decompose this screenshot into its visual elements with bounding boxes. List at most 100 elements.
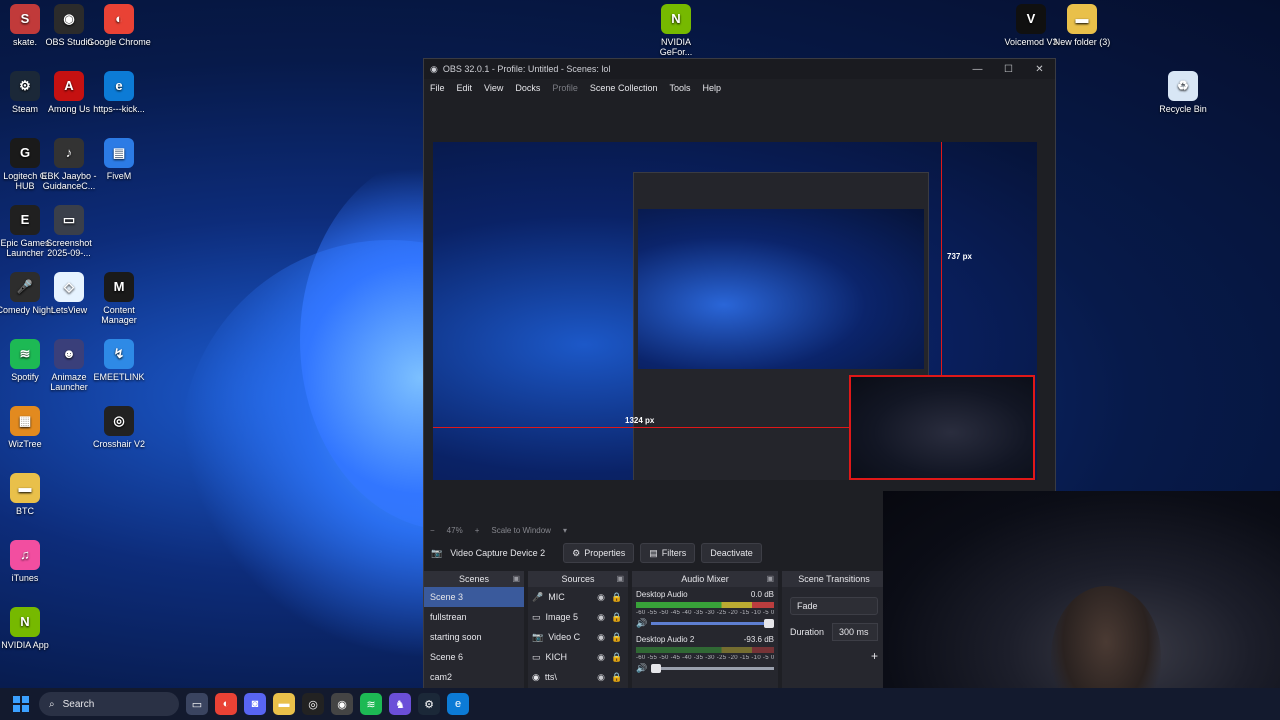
- menu-file[interactable]: File: [430, 83, 445, 93]
- menu-docks[interactable]: Docks: [515, 83, 540, 93]
- desktop-icon[interactable]: ♫ iTunes: [0, 540, 57, 583]
- preview-canvas[interactable]: 1324 px 737 px: [433, 142, 1037, 480]
- start-button[interactable]: [9, 692, 33, 716]
- menu-profile[interactable]: Profile: [552, 83, 578, 93]
- close-button[interactable]: ✕: [1024, 64, 1055, 75]
- visibility-eye-icon[interactable]: ◉: [594, 592, 608, 603]
- source-item[interactable]: ▭ KICH ◉ 🔒: [528, 647, 628, 667]
- meter-scale: -60 -55 -50 -45 -40 -35 -30 -25 -20 -15 …: [636, 655, 774, 661]
- desktop-icon-label: https---kick...: [93, 104, 145, 114]
- taskbar-app-steam[interactable]: ⚙: [418, 693, 440, 715]
- desktop-icon[interactable]: e https---kick...: [87, 71, 151, 114]
- taskbar-app-chrome[interactable]: ◐: [215, 693, 237, 715]
- desktop-icon[interactable]: N NVIDIA App: [0, 607, 57, 650]
- desktop-icon[interactable]: M Content Manager: [87, 272, 151, 325]
- app-icon: ≋: [10, 339, 40, 369]
- search-placeholder: Search: [62, 698, 95, 710]
- volume-slider[interactable]: [651, 664, 774, 673]
- source-name: MIC: [548, 592, 565, 602]
- scene-item[interactable]: Scene 6: [424, 647, 524, 667]
- taskbar-app-task-view[interactable]: ▭: [186, 693, 208, 715]
- menu-edit[interactable]: Edit: [457, 83, 473, 93]
- add-transition-button[interactable]: +: [790, 649, 878, 663]
- desktop-icon[interactable]: ▭ Screenshot 2025-09-...: [37, 205, 101, 258]
- deactivate-button[interactable]: Deactivate: [701, 543, 762, 563]
- scene-item[interactable]: Scene 3: [424, 587, 524, 607]
- scenes-title: Scenes: [458, 574, 490, 584]
- scene-item[interactable]: starting soon: [424, 627, 524, 647]
- desktop-icon[interactable]: ▬ New folder (3): [1050, 4, 1114, 47]
- desktop-icon[interactable]: ◎ Crosshair V2: [87, 406, 151, 449]
- chevron-down-icon[interactable]: ▾: [563, 526, 567, 535]
- filters-button[interactable]: ▤ Filters: [640, 543, 696, 563]
- properties-button[interactable]: ⚙ Properties: [563, 543, 635, 563]
- undock-icon[interactable]: ▣: [512, 571, 520, 587]
- desktop-icon[interactable]: ◐ Google Chrome: [87, 4, 151, 47]
- taskbar-app-crosshair[interactable]: ◎: [302, 693, 324, 715]
- taskbar-app-spotify[interactable]: ≋: [360, 693, 382, 715]
- undock-icon[interactable]: ▣: [616, 571, 624, 587]
- menu-scene-collection[interactable]: Scene Collection: [590, 83, 658, 93]
- volume-slider-knob[interactable]: [651, 664, 662, 673]
- zoom-out-button[interactable]: −: [430, 526, 435, 535]
- desktop-icon-label: NVIDIA GeFor...: [659, 37, 693, 57]
- taskbar-search[interactable]: ⌕ Search: [39, 692, 179, 716]
- desktop-icon[interactable]: ♻ Recycle Bin: [1151, 71, 1215, 114]
- audio-mixer-dock: Audio Mixer ▣ Desktop Audio 0.0 dB -60 -55…: [632, 571, 778, 693]
- meter-scale: -60 -55 -50 -45 -40 -35 -30 -25 -20 -15 …: [636, 610, 774, 616]
- lock-icon[interactable]: 🔒: [610, 652, 624, 663]
- visibility-eye-icon[interactable]: ◉: [594, 672, 608, 683]
- scale-mode[interactable]: Scale to Window: [491, 526, 551, 535]
- app-icon: ▭: [54, 205, 84, 235]
- selected-source-bounds[interactable]: [849, 375, 1035, 480]
- desktop-icon-label: WizTree: [8, 439, 42, 449]
- speaker-icon[interactable]: 🔊: [636, 663, 647, 674]
- desktop-icon[interactable]: ▬ BTC: [0, 473, 57, 516]
- source-item[interactable]: 📷 Video C ◉ 🔒: [528, 627, 628, 647]
- desktop-icon[interactable]: N NVIDIA GeFor...: [644, 4, 708, 57]
- app-icon: ↯: [104, 339, 134, 369]
- app-icon: 🎤: [10, 272, 40, 302]
- duration-input[interactable]: 300 ms: [832, 623, 878, 641]
- app-icon: ▤: [104, 138, 134, 168]
- desktop-icon[interactable]: ↯ EMEETLINK: [87, 339, 151, 382]
- taskbar-app-file-explorer[interactable]: ▬: [273, 693, 295, 715]
- desktop-icon[interactable]: ▤ FiveM: [87, 138, 151, 181]
- menu-view[interactable]: View: [484, 83, 503, 93]
- visibility-eye-icon[interactable]: ◉: [594, 652, 608, 663]
- properties-label: Properties: [584, 548, 626, 558]
- minimize-button[interactable]: —: [962, 64, 993, 75]
- channel-level: -93.6 dB: [743, 635, 774, 644]
- speaker-icon[interactable]: 🔊: [636, 618, 647, 629]
- menu-tools[interactable]: Tools: [669, 83, 690, 93]
- volume-slider[interactable]: [651, 619, 774, 628]
- lock-icon[interactable]: 🔒: [610, 612, 624, 623]
- taskbar-app-edge[interactable]: e: [447, 693, 469, 715]
- app-icon: ◉: [54, 4, 84, 34]
- source-item[interactable]: ◉ tts\ ◉ 🔒: [528, 667, 628, 687]
- desktop-icon[interactable]: ▦ WizTree: [0, 406, 57, 449]
- scene-item[interactable]: cam2: [424, 667, 524, 687]
- source-item[interactable]: 🎤 MIC ◉ 🔒: [528, 587, 628, 607]
- undock-icon[interactable]: ▣: [766, 571, 774, 587]
- volume-slider-knob[interactable]: [764, 619, 774, 628]
- taskbar-app-discord[interactable]: ◙: [244, 693, 266, 715]
- taskbar-app-obs[interactable]: ◉: [331, 693, 353, 715]
- scene-item[interactable]: fullstrean: [424, 607, 524, 627]
- zoom-in-button[interactable]: +: [475, 526, 480, 535]
- obs-logo-icon: ◉: [430, 63, 438, 74]
- visibility-eye-icon[interactable]: ◉: [594, 612, 608, 623]
- maximize-button[interactable]: ☐: [993, 64, 1024, 75]
- lock-icon[interactable]: 🔒: [610, 672, 624, 683]
- app-icon: e: [104, 71, 134, 101]
- desktop-icon-label: Recycle Bin: [1159, 104, 1207, 114]
- lock-icon[interactable]: 🔒: [610, 592, 624, 603]
- lock-icon[interactable]: 🔒: [610, 632, 624, 643]
- taskbar: ⌕ Search ▭ ◐ ◙ ▬ ◎ ◉ ≋ ♞ ⚙ e: [0, 688, 1280, 720]
- menu-help[interactable]: Help: [702, 83, 721, 93]
- visibility-eye-icon[interactable]: ◉: [594, 632, 608, 643]
- obs-titlebar[interactable]: ◉ OBS 32.0.1 - Profile: Untitled - Scene…: [424, 59, 1055, 79]
- source-item[interactable]: ▭ Image 5 ◉ 🔒: [528, 607, 628, 627]
- transition-select[interactable]: Fade: [790, 597, 878, 615]
- taskbar-app-game[interactable]: ♞: [389, 693, 411, 715]
